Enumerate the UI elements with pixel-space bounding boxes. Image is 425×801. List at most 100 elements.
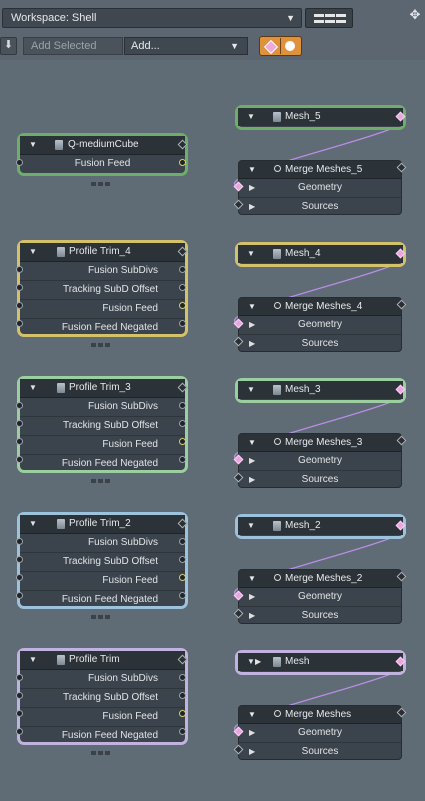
resize-grip[interactable] <box>91 178 113 186</box>
merge-meshes-node[interactable]: ▼ Merge Meshes_4 ▶ Geometry ▶ Sources <box>238 297 402 352</box>
input-port[interactable] <box>16 402 23 409</box>
merge-meshes-node[interactable]: ▼ Merge Meshes ▶ Geometry ▶ Sources <box>238 705 402 760</box>
collapse-triangle-icon[interactable]: ▼ <box>29 136 37 154</box>
output-port[interactable] <box>179 556 186 563</box>
collapse-triangle-icon[interactable]: ▼ <box>248 706 256 723</box>
node-header[interactable]: ▼ Merge Meshes_2 <box>239 570 401 588</box>
port-row[interactable]: ▶ Sources <box>239 607 401 625</box>
node-header[interactable]: ▼ Merge Meshes_3 <box>239 434 401 452</box>
collapse-triangle-icon[interactable]: ▼ <box>248 434 256 451</box>
collapse-triangle-icon[interactable]: ▼ <box>29 243 37 261</box>
input-port[interactable] <box>16 538 23 545</box>
output-port[interactable] <box>179 284 186 291</box>
collapse-triangle-icon[interactable]: ▼ <box>29 651 37 669</box>
input-port[interactable] <box>16 674 23 681</box>
collapse-triangle-icon[interactable]: ▼ <box>247 381 255 399</box>
move-icon[interactable]: ✥ <box>408 8 422 22</box>
resize-grip[interactable] <box>91 339 113 347</box>
port-row[interactable]: ▶ Geometry <box>239 316 401 335</box>
node-header[interactable]: ▼ Mesh_2 <box>238 517 403 535</box>
collapse-triangle-icon[interactable]: ▼ <box>247 517 255 535</box>
mesh-node[interactable]: ▼ Mesh_2 <box>235 514 406 539</box>
mesh-node[interactable]: ▼ Mesh_3 <box>235 378 406 403</box>
down-arrow-button[interactable]: ⬇ <box>0 37 17 55</box>
collapse-triangle-icon[interactable]: ▼ <box>248 570 256 587</box>
schematic-canvas[interactable]: ▼ Q-mediumCube Fusion Feed ▼ Mesh_5 ▼ Merge Me… <box>0 60 425 801</box>
input-port[interactable] <box>16 320 23 327</box>
output-port[interactable] <box>179 438 186 445</box>
output-port[interactable] <box>179 420 186 427</box>
port-row[interactable]: ▶ Geometry <box>239 179 401 198</box>
output-port[interactable] <box>179 302 186 309</box>
node-header[interactable]: ▼ Q-mediumCube <box>20 136 185 155</box>
mesh-node[interactable]: ▼ Mesh_4 <box>235 242 406 267</box>
node-header[interactable]: ▼ Merge Meshes <box>239 706 401 724</box>
resize-grip[interactable] <box>91 747 113 755</box>
node-header[interactable]: ▼ Profile Trim_4 <box>20 243 185 262</box>
collapse-triangle-icon[interactable]: ▼ <box>247 653 255 671</box>
collapse-triangle-icon[interactable]: ▼ <box>29 515 37 533</box>
input-node[interactable]: ▼ Profile Trim_3 Fusion SubDivs Tracking Su… <box>17 376 188 473</box>
play-icon[interactable]: ▶ <box>255 653 261 671</box>
workspace-select[interactable]: Workspace: Shell ▼ <box>2 8 302 28</box>
collapse-triangle-icon[interactable]: ▼ <box>247 108 255 126</box>
input-node[interactable]: ▼ Profile Trim_4 Fusion SubDivs Tracking Su… <box>17 240 188 337</box>
output-port[interactable] <box>179 266 186 273</box>
mesh-node[interactable]: ▼ ▶ Mesh <box>235 650 406 675</box>
input-port[interactable] <box>16 438 23 445</box>
node-header[interactable]: ▼ ▶ Mesh <box>238 653 403 671</box>
input-port[interactable] <box>16 302 23 309</box>
node-header[interactable]: ▼ Profile Trim <box>20 651 185 670</box>
node-header[interactable]: ▼ Mesh_5 <box>238 108 403 126</box>
port-row[interactable]: ▶ Sources <box>239 471 401 489</box>
input-node[interactable]: ▼ Profile Trim Fusion SubDivs Tracking SubD… <box>17 648 188 745</box>
input-port[interactable] <box>16 728 23 735</box>
add-selected-button[interactable]: Add Selected <box>23 37 123 55</box>
output-port[interactable] <box>179 320 186 327</box>
input-port[interactable] <box>16 574 23 581</box>
circle-mode-icon[interactable] <box>285 41 295 51</box>
resize-grip[interactable] <box>91 611 113 619</box>
input-port[interactable] <box>16 710 23 717</box>
port-row[interactable]: ▶ Geometry <box>239 452 401 471</box>
output-port[interactable] <box>179 674 186 681</box>
output-port[interactable] <box>179 574 186 581</box>
port-row[interactable]: ▶ Geometry <box>239 588 401 607</box>
port-row[interactable]: ▶ Sources <box>239 743 401 761</box>
mesh-node[interactable]: ▼ Mesh_5 <box>235 105 406 130</box>
collapse-triangle-icon[interactable]: ▼ <box>248 298 256 315</box>
merge-meshes-node[interactable]: ▼ Merge Meshes_3 ▶ Geometry ▶ Sources <box>238 433 402 488</box>
add-menu-dropdown[interactable]: Add... ▼ <box>124 37 248 55</box>
output-port[interactable] <box>179 692 186 699</box>
input-port[interactable] <box>16 159 23 166</box>
merge-meshes-node[interactable]: ▼ Merge Meshes_2 ▶ Geometry ▶ Sources <box>238 569 402 624</box>
node-header[interactable]: ▼ Profile Trim_3 <box>20 379 185 398</box>
port-row[interactable]: ▶ Geometry <box>239 724 401 743</box>
output-port[interactable] <box>179 402 186 409</box>
collapse-triangle-icon[interactable]: ▼ <box>29 379 37 397</box>
input-port[interactable] <box>16 556 23 563</box>
merge-meshes-node[interactable]: ▼ Merge Meshes_5 ▶ Geometry ▶ Sources <box>238 160 402 215</box>
node-header[interactable]: ▼ Mesh_3 <box>238 381 403 399</box>
input-port[interactable] <box>16 592 23 599</box>
diamond-mode-icon[interactable] <box>263 39 279 55</box>
output-port[interactable] <box>179 592 186 599</box>
port-row[interactable]: ▶ Sources <box>239 335 401 353</box>
node-header[interactable]: ▼ Merge Meshes_4 <box>239 298 401 316</box>
input-node[interactable]: ▼ Profile Trim_2 Fusion SubDivs Tracking Su… <box>17 512 188 609</box>
collapse-triangle-icon[interactable]: ▼ <box>248 161 256 178</box>
output-port[interactable] <box>179 710 186 717</box>
node-header[interactable]: ▼ Profile Trim_2 <box>20 515 185 534</box>
input-port[interactable] <box>16 692 23 699</box>
input-port[interactable] <box>16 420 23 427</box>
layout-grid-button[interactable] <box>305 8 353 28</box>
output-port[interactable] <box>179 159 186 166</box>
input-port[interactable] <box>16 284 23 291</box>
input-port[interactable] <box>16 456 23 463</box>
output-port[interactable] <box>179 456 186 463</box>
input-node[interactable]: ▼ Q-mediumCube Fusion Feed <box>17 133 188 176</box>
input-port[interactable] <box>16 266 23 273</box>
output-port[interactable] <box>179 538 186 545</box>
node-header[interactable]: ▼ Merge Meshes_5 <box>239 161 401 179</box>
collapse-triangle-icon[interactable]: ▼ <box>247 245 255 263</box>
